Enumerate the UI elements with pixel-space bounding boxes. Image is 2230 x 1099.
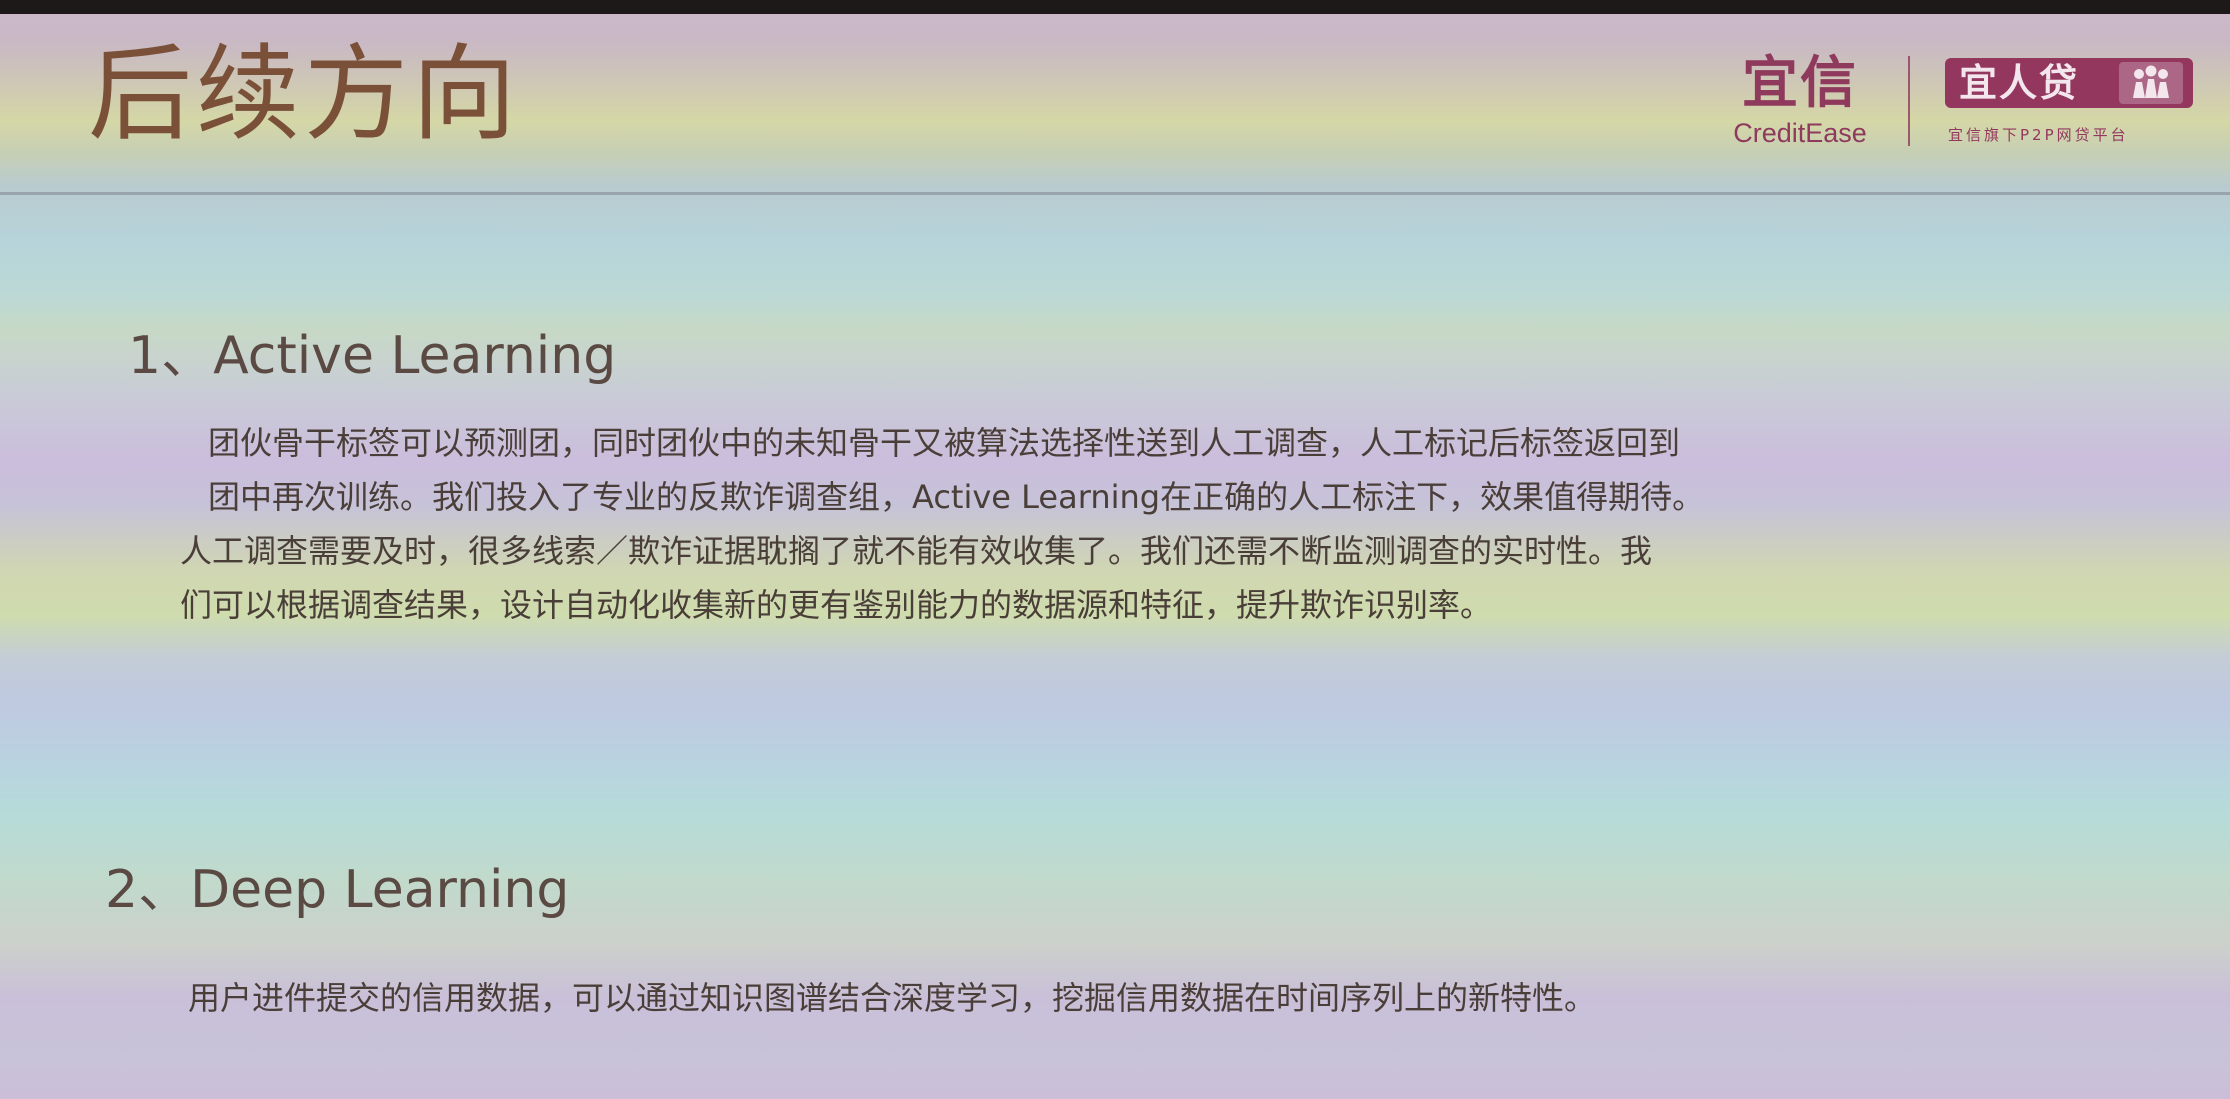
- badge-text: 宜人贷: [1959, 61, 2080, 105]
- brand-divider: [1908, 56, 1910, 146]
- body-line: 人工调查需要及时，很多线索／欺诈证据耽搁了就不能有效收集了。我们还需不断监测调查…: [180, 532, 1653, 570]
- section-heading-deep-learning: 2、Deep Learning: [105, 860, 570, 920]
- badge-subtitle: 宜信旗下P2P网贷平台: [1948, 126, 2129, 144]
- brand-name-en: CreditEase: [1733, 118, 1867, 148]
- body-line: 团伙骨干标签可以预测团，同时团伙中的未知骨干又被算法选择性送到人工调查，人工标记…: [208, 424, 1681, 462]
- title-divider: [0, 192, 2230, 195]
- creditease-logo: 宜信 CreditEase: [1716, 56, 1884, 147]
- section-body-deep-learning: 用户进件提交的信用数据，可以通过知识图谱结合深度学习，挖掘信用数据在时间序列上的…: [188, 979, 1597, 1017]
- body-line: 们可以根据调查结果，设计自动化收集新的更有鉴别能力的数据源和特征，提升欺诈识别率…: [180, 586, 1493, 624]
- slide-title: 后续方向: [88, 33, 521, 155]
- presentation-slide: 后续方向 宜信 CreditEase 宜人贷 宜信旗下P2P网贷平台 1、Act…: [0, 0, 2230, 1099]
- body-line: 团中再次训练。我们投入了专业的反欺诈调查组，Active Learning在正确…: [208, 478, 1705, 516]
- section-heading-active-learning: 1、Active Learning: [128, 326, 617, 386]
- people-logo-icon: [2119, 62, 2183, 104]
- yirendai-badge: 宜人贷: [1945, 58, 2193, 108]
- section-body-active-learning: 团伙骨干标签可以预测团，同时团伙中的未知骨干又被算法选择性送到人工调查，人工标记…: [180, 416, 1705, 632]
- top-edge: [0, 0, 2230, 14]
- brand-name-cn: 宜信: [1742, 51, 1858, 116]
